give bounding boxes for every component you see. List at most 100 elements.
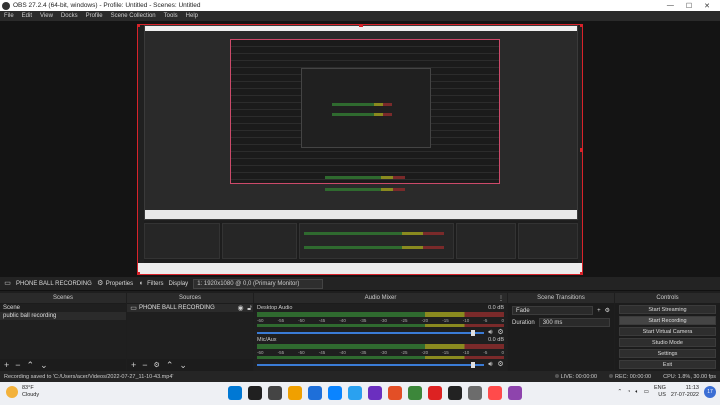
taskbar-app-icon[interactable] bbox=[348, 386, 362, 400]
move-down-icon[interactable]: ⌄ bbox=[40, 360, 48, 371]
properties-button[interactable]: ⚙ Properties bbox=[97, 280, 133, 287]
selected-source-name: PHONE BALL RECORDING bbox=[16, 280, 92, 287]
minimize-button[interactable]: — bbox=[667, 2, 674, 10]
taskbar-app-icon[interactable] bbox=[308, 386, 322, 400]
properties-label: Properties bbox=[105, 280, 134, 287]
menu-view[interactable]: View bbox=[40, 13, 53, 19]
live-status: LIVE: 00:00:00 bbox=[554, 373, 597, 380]
add-transition-button[interactable]: + bbox=[597, 308, 601, 314]
captured-screen bbox=[144, 25, 578, 220]
network-icon[interactable]: ◔ bbox=[627, 389, 630, 395]
mixer-menu-icon[interactable]: ⋮ bbox=[498, 295, 504, 302]
window-controls: — ☐ ✕ bbox=[667, 2, 710, 10]
scene-item[interactable]: public ball recording bbox=[0, 312, 126, 320]
menu-help[interactable]: Help bbox=[186, 13, 198, 19]
cpu-status: CPU: 1.8%, 30.00 fps bbox=[663, 373, 716, 380]
close-button[interactable]: ✕ bbox=[704, 2, 710, 10]
start-streaming-button[interactable]: Start Streaming bbox=[619, 305, 716, 314]
monitor-icon: ▭ bbox=[130, 304, 137, 312]
eye-icon[interactable]: ◉ bbox=[237, 305, 244, 312]
filters-button[interactable]: ◐ Filters bbox=[138, 280, 164, 287]
taskbar-app-icon[interactable] bbox=[368, 386, 382, 400]
settings-button[interactable]: Settings bbox=[619, 349, 716, 358]
scene-transitions-title: Scene Transitions bbox=[508, 293, 614, 303]
add-scene-button[interactable]: + bbox=[4, 360, 9, 370]
fader-knob[interactable] bbox=[470, 361, 475, 368]
status-bar: Recording saved to 'C:/Users/acer/Videos… bbox=[0, 371, 720, 382]
display-select[interactable]: 1: 1920x1080 @ 0,0 (Primary Monitor) bbox=[193, 278, 324, 289]
fader-knob[interactable] bbox=[470, 329, 475, 336]
menu-docks[interactable]: Docks bbox=[61, 13, 78, 19]
move-up-icon[interactable]: ⌃ bbox=[166, 360, 174, 371]
menu-scene-collection[interactable]: Scene Collection bbox=[111, 13, 156, 19]
remove-source-button[interactable]: − bbox=[142, 360, 147, 370]
language-indicator[interactable]: ENG US bbox=[654, 385, 666, 399]
battery-icon[interactable]: ▭ bbox=[644, 389, 649, 395]
scene-item[interactable]: Scene bbox=[0, 304, 126, 312]
recording-saved-message: Recording saved to 'C:/Users/acer/Videos… bbox=[4, 373, 174, 380]
taskbar-app-icon[interactable] bbox=[248, 386, 262, 400]
source-properties-gear-icon[interactable]: ⚙ bbox=[154, 361, 160, 369]
move-down-icon[interactable]: ⌄ bbox=[179, 360, 187, 371]
controls-title: Controls bbox=[615, 293, 720, 303]
add-source-button[interactable]: + bbox=[131, 360, 136, 370]
lock-icon[interactable]: 🔓︎ bbox=[246, 305, 253, 312]
source-item[interactable]: ▭ PHONE BALL RECORDING ◉ 🔓︎ bbox=[127, 304, 253, 312]
maximize-button[interactable]: ☐ bbox=[686, 2, 692, 10]
preview-canvas[interactable] bbox=[137, 24, 583, 275]
display-capture-icon: ▭ bbox=[4, 280, 11, 287]
gear-icon[interactable]: ⚙ bbox=[497, 329, 504, 336]
start-recording-button[interactable]: Start Recording bbox=[619, 316, 716, 325]
volume-fader[interactable] bbox=[257, 329, 484, 336]
meter-ticks: -60 -55 -50 -45 -40 -35 -30 -25 -20 -15 -10 -5 0 bbox=[257, 318, 504, 323]
volume-fader[interactable] bbox=[257, 361, 484, 368]
transition-select[interactable]: Fade bbox=[512, 306, 594, 315]
gear-icon[interactable]: ⚙ bbox=[497, 361, 504, 368]
taskbar-app-icon[interactable] bbox=[388, 386, 402, 400]
preview-area[interactable] bbox=[0, 21, 720, 277]
volume-icon[interactable]: 🔈︎ bbox=[635, 389, 638, 396]
studio-mode-button[interactable]: Studio Mode bbox=[619, 338, 716, 347]
chevron-up-icon[interactable]: ⌃ bbox=[617, 389, 622, 395]
gear-icon[interactable]: ⚙ bbox=[605, 307, 610, 314]
remove-scene-button[interactable]: − bbox=[15, 360, 20, 370]
taskbar-app-icon[interactable] bbox=[268, 386, 282, 400]
transform-handle[interactable] bbox=[138, 25, 140, 27]
controls-dock: Controls Start Streaming Start Recording… bbox=[615, 293, 720, 371]
taskbar-app-icon[interactable] bbox=[328, 386, 342, 400]
taskbar-app-icon[interactable] bbox=[508, 386, 522, 400]
transform-handle[interactable] bbox=[359, 25, 363, 27]
duration-input[interactable]: 300 ms bbox=[538, 318, 610, 327]
weather-widget[interactable]: 83°F Cloudy bbox=[6, 385, 39, 399]
captured-preview bbox=[230, 39, 500, 184]
taskbar-app-icon[interactable] bbox=[428, 386, 442, 400]
start-virtual-camera-button[interactable]: Start Virtual Camera bbox=[619, 327, 716, 336]
cloudy-weather-icon bbox=[6, 386, 18, 398]
menu-edit[interactable]: Edit bbox=[22, 13, 32, 19]
transform-handle[interactable] bbox=[580, 25, 582, 27]
move-up-icon[interactable]: ⌃ bbox=[27, 360, 35, 371]
taskbar-app-icon[interactable] bbox=[448, 386, 462, 400]
windows-taskbar: 83°F Cloudy ⌃ ◔ 🔈︎ ▭ ENG US 11:13 27-07-… bbox=[0, 382, 720, 405]
transform-handle[interactable] bbox=[580, 272, 582, 274]
taskbar-app-icon[interactable] bbox=[288, 386, 302, 400]
recursive-preview-core bbox=[301, 68, 431, 148]
transform-handle[interactable] bbox=[580, 148, 582, 152]
speaker-icon[interactable]: 🔊︎ bbox=[487, 329, 494, 336]
clock[interactable]: 11:13 27-07-2022 bbox=[671, 385, 699, 399]
speaker-icon[interactable]: 🔊︎ bbox=[487, 361, 494, 368]
menu-profile[interactable]: Profile bbox=[86, 13, 103, 19]
mini-dock bbox=[299, 223, 454, 259]
mini-meter bbox=[304, 246, 444, 249]
menu-tools[interactable]: Tools bbox=[164, 13, 178, 19]
notification-badge[interactable]: 17 bbox=[704, 386, 716, 398]
taskbar-app-icon[interactable] bbox=[408, 386, 422, 400]
menu-file[interactable]: File bbox=[4, 13, 14, 19]
exit-button[interactable]: Exit bbox=[619, 360, 716, 369]
taskbar-app-icon[interactable] bbox=[468, 386, 482, 400]
gear-icon: ⚙ bbox=[97, 280, 104, 287]
windows-start-icon[interactable] bbox=[228, 386, 242, 400]
transform-handle[interactable] bbox=[138, 272, 140, 274]
taskbar-app-icon[interactable] bbox=[488, 386, 502, 400]
mini-meter bbox=[325, 188, 405, 191]
